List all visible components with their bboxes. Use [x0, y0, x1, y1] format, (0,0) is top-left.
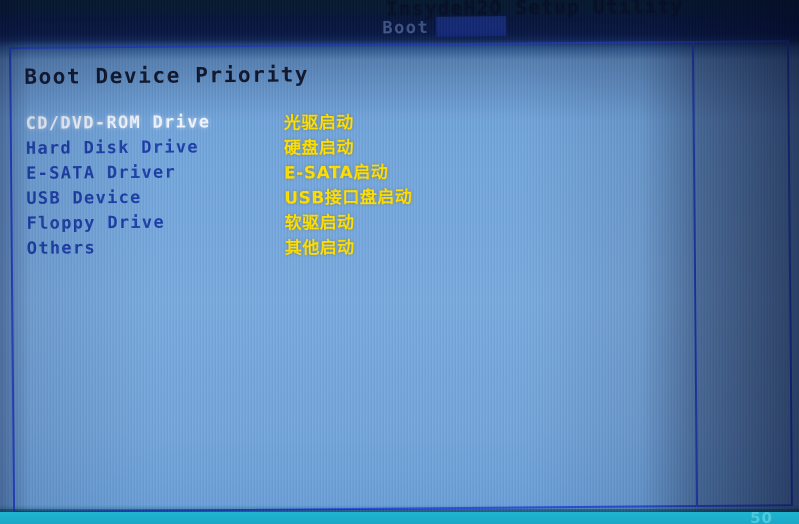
device-annotation: 硬盘启动 — [283, 137, 354, 159]
device-annotation: 其他启动 — [284, 237, 355, 259]
bottom-strip: 50 — [0, 512, 799, 524]
bios-screen-photo: InsydeH2O Setup Utility Boot Boot Device… — [0, 0, 799, 524]
boot-device-list: CD/DVD-ROM Drive 光驱启动 Hard Disk Drive 硬盘… — [26, 105, 667, 261]
tab-boot[interactable]: Boot — [382, 18, 429, 38]
device-annotation: 光驱启动 — [283, 112, 354, 134]
content-frame: Boot Device Priority CD/DVD-ROM Drive 光驱… — [9, 40, 794, 513]
device-name: E-SATA Driver — [26, 162, 177, 184]
device-name: Others — [26, 237, 97, 259]
device-annotation: E-SATA启动 — [284, 162, 389, 184]
tab-selection-highlight — [436, 16, 507, 37]
tab-bar: Boot — [0, 14, 799, 44]
device-annotation: 软驱启动 — [284, 212, 355, 234]
settings-pane: Boot Device Priority CD/DVD-ROM Drive 光驱… — [11, 43, 696, 511]
device-name: Floppy Drive — [26, 212, 166, 234]
device-annotation: USB接口盘启动 — [284, 187, 413, 209]
help-pane — [694, 42, 791, 505]
device-name: CD/DVD-ROM Drive — [25, 111, 211, 134]
device-name: Hard Disk Drive — [25, 136, 199, 159]
page-title: Boot Device Priority — [24, 62, 310, 89]
device-name: USB Device — [26, 187, 142, 209]
list-item[interactable]: Others 其他启动 — [27, 230, 667, 261]
bottom-strip-text: 50 — [750, 512, 773, 524]
